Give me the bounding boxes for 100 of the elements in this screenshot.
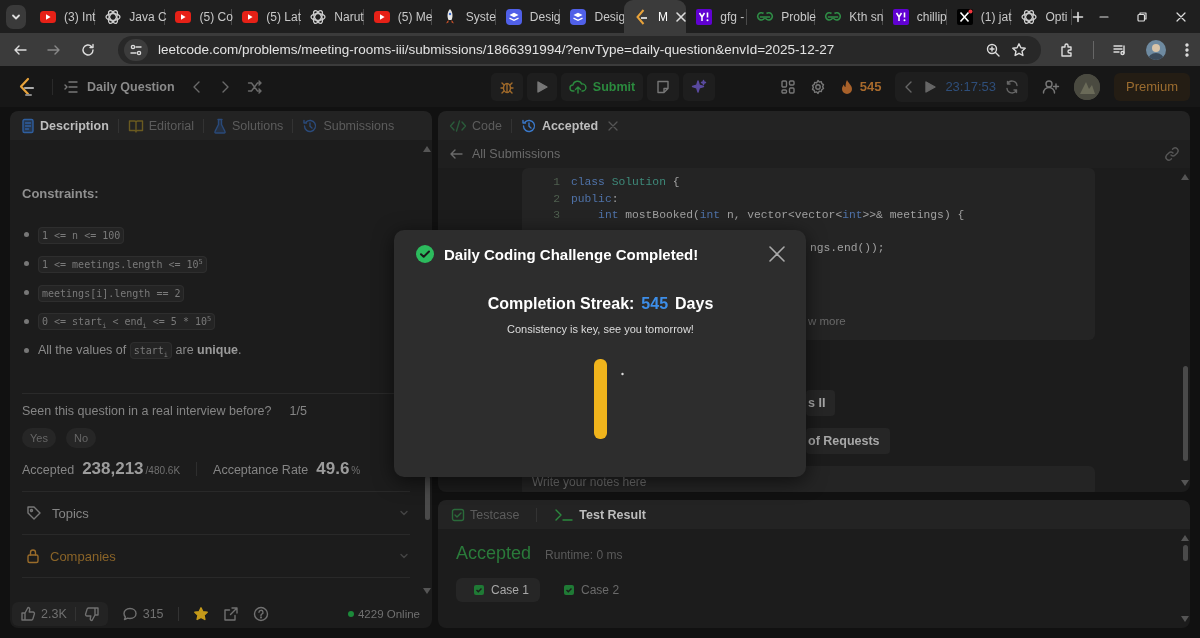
code-line: public: — [571, 192, 619, 205]
related-problem-tag[interactable]: of Requests — [806, 428, 890, 454]
constraint-text: 1 <= n <= 100 — [38, 227, 125, 242]
panel-tab[interactable]: Accepted — [517, 117, 602, 134]
line-number: 2 — [552, 192, 561, 205]
streak-unit: Days — [675, 295, 714, 313]
browser-tab[interactable]: (5) Me — [363, 0, 431, 33]
reload-icon[interactable] — [80, 41, 96, 58]
settings-icon[interactable] — [809, 78, 826, 95]
streak-label: Completion Streak: — [487, 295, 635, 313]
scroll-up-icon[interactable] — [1181, 174, 1189, 180]
square-logo-icon — [891, 7, 910, 26]
panel-tab[interactable]: Description — [18, 117, 112, 134]
browser-tab[interactable]: gfg - — [686, 0, 747, 33]
browser-tab[interactable]: Opti — [1011, 0, 1072, 33]
panel-tab[interactable]: Test Result — [551, 507, 649, 522]
comment-icon — [121, 606, 138, 622]
book-icon — [127, 117, 144, 134]
browser-tab[interactable]: Desig — [560, 0, 625, 33]
tag-icon — [26, 505, 42, 521]
constraint-text: 1 <= meetings.length <= 10$^{5}$ — [38, 256, 207, 271]
scroll-down-icon[interactable] — [423, 588, 431, 594]
bullet-dot — [24, 290, 29, 295]
scrollbar-thumb[interactable] — [424, 476, 430, 520]
address-bar[interactable]: leetcode.com/problems/meeting-rooms-iii/submissions/1866391994/?envType=daily-question&envId=2025-12-27 — [118, 35, 1041, 64]
case-tab[interactable]: Case 1 — [456, 578, 541, 602]
tab-search-button[interactable] — [6, 4, 27, 29]
reset-icon[interactable] — [1004, 78, 1020, 95]
browser-tab[interactable]: (1) jat — [946, 0, 1011, 33]
code-line: class Solution { — [571, 176, 680, 189]
browser-tab[interactable]: Proble — [747, 0, 815, 33]
bullet-dot — [24, 232, 29, 237]
sparkle-icon — [691, 78, 708, 95]
browser-tab[interactable]: Desig — [495, 0, 560, 33]
stat-value: 238,213 — [82, 459, 144, 479]
note-button[interactable] — [647, 72, 680, 101]
browser-tab[interactable]: chillip — [882, 0, 946, 33]
history-icon — [520, 117, 537, 134]
flower-icon — [104, 7, 123, 26]
puzzle-icon[interactable] — [1059, 41, 1075, 58]
dialog-message: Consistency is key, see you tomorrow! — [506, 323, 695, 335]
star-icon[interactable] — [192, 606, 209, 622]
scroll-down-icon[interactable] — [1181, 616, 1189, 622]
help-icon[interactable] — [252, 606, 269, 622]
browser-tab[interactable]: Java C — [95, 0, 165, 33]
share-icon[interactable] — [222, 606, 239, 622]
scroll-down-icon[interactable] — [1181, 480, 1189, 486]
close-icon[interactable] — [1174, 10, 1187, 23]
square-logo-icon — [695, 7, 714, 26]
scroll-up-icon[interactable] — [423, 146, 431, 152]
related-problem-tag[interactable]: s II — [806, 390, 836, 416]
restore-icon[interactable] — [1136, 10, 1149, 23]
avatar[interactable] — [1074, 73, 1100, 100]
browser-tab[interactable]: Kth sn — [815, 0, 882, 33]
submit-button[interactable]: Submit — [560, 72, 644, 101]
play-icon[interactable] — [923, 79, 938, 94]
layout-icon[interactable] — [779, 78, 796, 95]
layers-icon — [504, 7, 523, 26]
bullet-dot — [24, 319, 29, 324]
online-count: 4229 Online — [347, 608, 420, 620]
shuffle-icon[interactable] — [246, 78, 263, 95]
comments-button[interactable]: 315 — [121, 606, 164, 622]
avatar[interactable] — [1146, 39, 1166, 60]
browser-tab[interactable]: Syste — [431, 0, 495, 33]
problem-list-button[interactable]: Daily Question — [52, 78, 175, 95]
thumbs-up-icon — [20, 606, 36, 622]
menu-icon[interactable] — [1184, 41, 1190, 58]
close-icon[interactable] — [768, 245, 786, 263]
site-info-button[interactable] — [124, 38, 148, 61]
assistant-button[interactable] — [683, 72, 716, 101]
link-icon[interactable] — [1164, 146, 1180, 162]
run-button[interactable] — [526, 72, 557, 101]
scroll-up-icon[interactable] — [1181, 535, 1189, 541]
star-icon[interactable] — [1011, 41, 1027, 58]
code-line: int mostBooked(int n, vector<vector<int>>& meetings) { — [597, 209, 965, 222]
constraint-text: meetings[i].length == 2 — [38, 285, 185, 300]
browser-tab[interactable]: Narut — [300, 0, 363, 33]
scrollbar-thumb[interactable] — [1182, 366, 1188, 461]
checkbox-icon — [451, 507, 465, 522]
stat-value: 49.6 — [316, 459, 350, 479]
terminal-icon — [554, 507, 575, 522]
interview-count: 1/5 — [289, 404, 307, 418]
streak-counter[interactable]: 545 — [839, 78, 882, 95]
close-icon[interactable] — [675, 10, 688, 23]
stat-label: Accepted — [22, 463, 75, 477]
streak-count: 545 — [641, 295, 669, 313]
premium-button[interactable]: Premium — [1114, 72, 1190, 101]
add-user-icon[interactable] — [1042, 78, 1060, 95]
runtime-text: Runtime: 0 ms — [545, 548, 623, 562]
browser-tab[interactable]: (5) Lat — [232, 0, 300, 33]
debug-button[interactable] — [490, 72, 523, 101]
flask-icon — [212, 117, 227, 134]
new-tab-icon[interactable] — [1072, 10, 1085, 23]
browser-tab[interactable]: (5) Co — [165, 0, 232, 33]
scrollbar-thumb[interactable] — [1182, 545, 1188, 561]
section-row[interactable]: Topics — [22, 491, 410, 534]
browser-tab[interactable]: M — [624, 0, 687, 33]
zoom-icon[interactable] — [985, 41, 1001, 58]
section-heading: Constraints: — [22, 186, 100, 201]
browser-tab[interactable]: (3) Int — [30, 0, 95, 33]
